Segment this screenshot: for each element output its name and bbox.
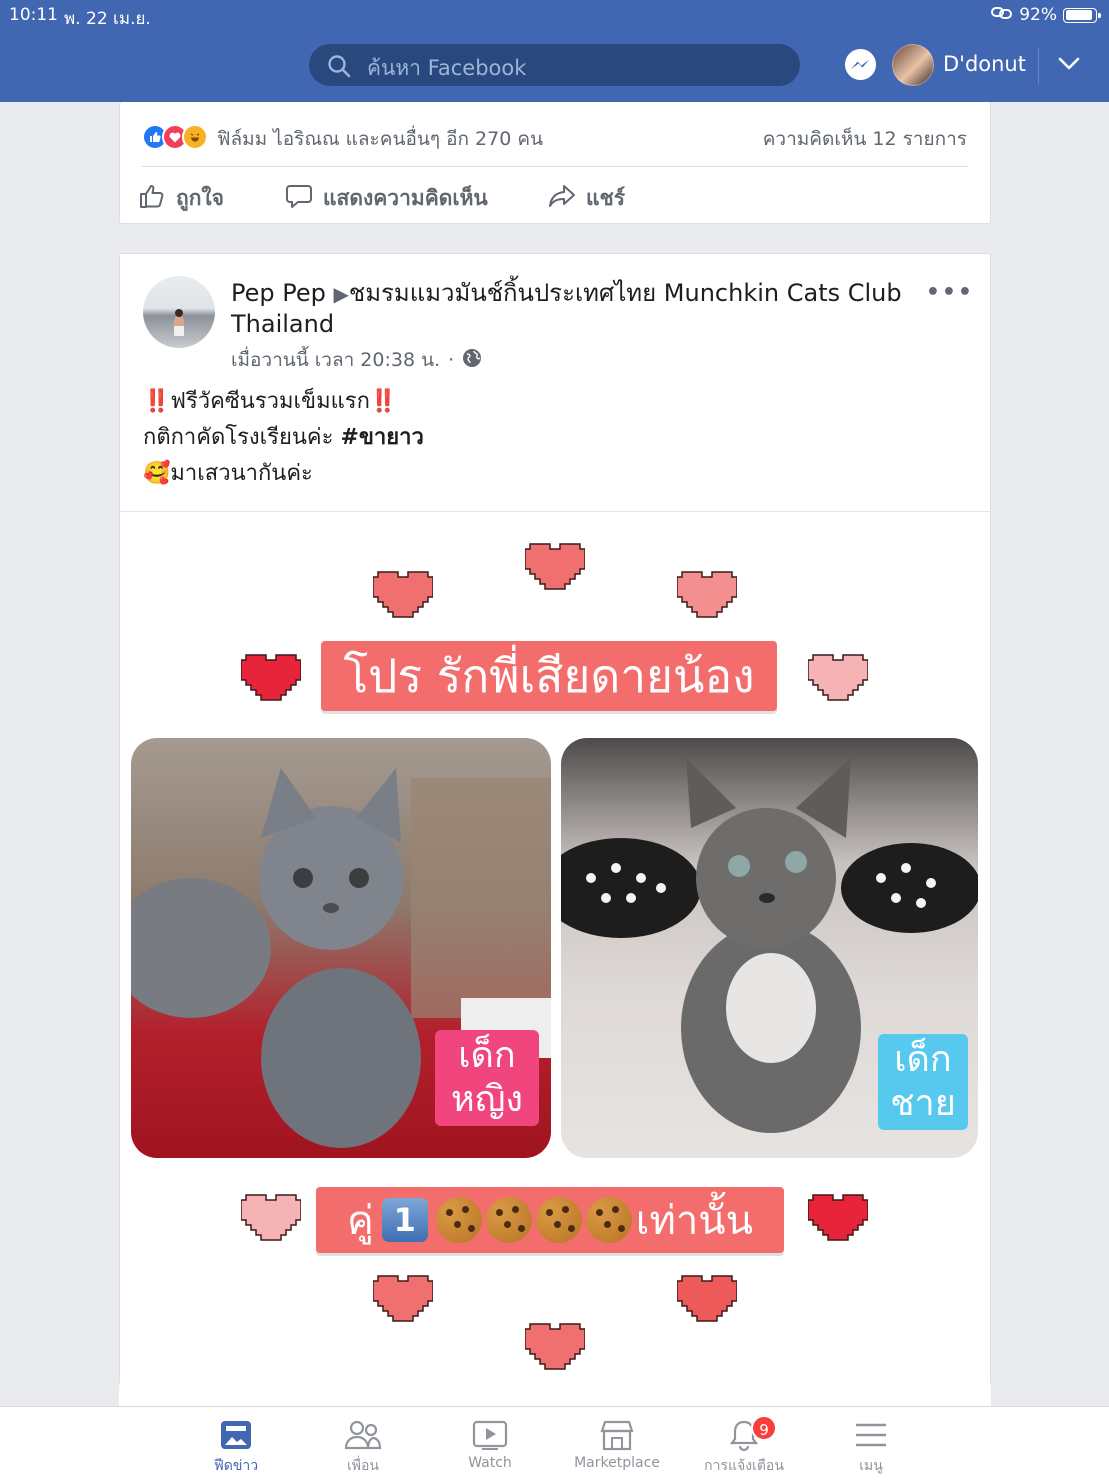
- menu-icon: [816, 1415, 926, 1455]
- tab-label: Watch: [468, 1455, 512, 1471]
- battery-fill: [1065, 10, 1092, 20]
- notification-badge: 9: [751, 1415, 777, 1441]
- group-name[interactable]: ชมรมแมวมันช์กิ้นประเทศไทย Munchkin Cats …: [231, 279, 902, 338]
- number-one-icon: 1: [381, 1198, 428, 1242]
- share-label: แชร์: [586, 186, 626, 210]
- marketplace-icon: [562, 1415, 672, 1455]
- user-name[interactable]: D'donut: [943, 52, 1026, 76]
- reactions-summary[interactable]: ฟิล์มม ไอริณณ และคนอื่นๆ อีก 270 คน: [217, 124, 543, 154]
- exclamation-icon: ‼️: [143, 389, 171, 414]
- haha-reaction-icon: [182, 124, 208, 150]
- post-line-2-text: กติกาคัดโรงเรียนค่ะ: [143, 425, 341, 450]
- tab-label: การแจ้งเตือน: [704, 1458, 784, 1474]
- tab-watch[interactable]: Watch: [435, 1415, 545, 1471]
- status-right: 92%: [991, 5, 1101, 25]
- heart-icon: [241, 1194, 301, 1241]
- smiling-hearts-icon: 🥰: [143, 461, 171, 486]
- tag-female: เด็ก หญิง: [435, 1030, 539, 1126]
- share-button[interactable]: แชร์: [548, 182, 625, 215]
- tab-label: เมนู: [859, 1458, 883, 1474]
- top-navbar: ค้นหา Facebook D'donut: [0, 30, 1109, 102]
- promo-banner-top: โปร รักพี่เสียดายน้อง: [321, 641, 777, 711]
- post-time[interactable]: เมื่อวานนี้ เวลา 20:38 น.: [231, 345, 440, 375]
- cookie-icon: [535, 1197, 582, 1243]
- meta-dot: ·: [448, 349, 455, 371]
- heart-icon: [808, 1194, 868, 1241]
- status-time: 10:11: [9, 5, 58, 25]
- heart-icon: [677, 571, 737, 618]
- cookie-icon: [435, 1197, 482, 1243]
- share-icon: [548, 182, 576, 215]
- post-line-3-text: มาเสวนากันค่ะ: [170, 461, 313, 486]
- bell-icon: [689, 1415, 799, 1455]
- news-feed-icon: [181, 1415, 291, 1455]
- comments-count[interactable]: ความคิดเห็น 12 รายการ: [763, 124, 967, 154]
- post-line-1: ‼️ฟรีวัคซีนรวมเข็มแรก‼️: [143, 384, 424, 420]
- divider: [142, 166, 968, 167]
- messenger-icon[interactable]: [843, 48, 878, 83]
- chevron-down-icon[interactable]: [1058, 56, 1080, 75]
- post-line-3: 🥰มาเสวนากันค่ะ: [143, 456, 424, 492]
- link-icon: [991, 5, 1013, 25]
- tab-marketplace[interactable]: Marketplace: [562, 1415, 672, 1471]
- cookie-icon: [585, 1197, 632, 1243]
- like-button[interactable]: ถูกใจ: [138, 182, 224, 215]
- heart-icon: [373, 571, 433, 618]
- exclamation-icon: ‼️: [369, 389, 398, 414]
- comment-label: แสดงความคิดเห็น: [323, 186, 488, 210]
- tab-menu[interactable]: เมนู: [816, 1415, 926, 1477]
- reaction-icons[interactable]: [142, 124, 208, 150]
- tab-label: ฟีดข่าว: [213, 1458, 259, 1474]
- tab-friends[interactable]: เพื่อน: [308, 1415, 418, 1477]
- thumbs-up-icon: [138, 182, 166, 215]
- tab-label: Marketplace: [574, 1455, 660, 1471]
- previous-post-footer: ฟิล์มม ไอริณณ และคนอื่นๆ อีก 270 คน ความ…: [119, 102, 991, 224]
- search-placeholder: ค้นหา Facebook: [367, 56, 527, 80]
- post-text: ‼️ฟรีวัคซีนรวมเข็มแรก‼️ กติกาคัดโรงเรียน…: [143, 384, 424, 492]
- cookie-icon: [485, 1197, 532, 1243]
- globe-icon: [462, 348, 482, 373]
- tab-label: เพื่อน: [347, 1458, 379, 1474]
- tag-male: เด็ก ชาย: [878, 1034, 968, 1130]
- search-icon: [327, 54, 351, 82]
- post-line-2: กติกาคัดโรงเรียนค่ะ #ขายาว: [143, 420, 424, 456]
- author-name[interactable]: Pep Pep: [231, 279, 326, 307]
- banner-bottom-suffix: เท่านั้น: [635, 1198, 753, 1244]
- hashtag-link[interactable]: #ขายาว: [340, 425, 423, 450]
- search-bar[interactable]: ค้นหา Facebook: [309, 44, 800, 86]
- status-date: พ. 22 เม.ย.: [64, 9, 151, 29]
- author-avatar[interactable]: [143, 276, 215, 348]
- comment-button[interactable]: แสดงความคิดเห็น: [285, 182, 488, 215]
- heart-icon: [808, 654, 868, 701]
- nav-divider: [1038, 48, 1039, 84]
- more-options-icon[interactable]: •••: [926, 280, 974, 305]
- play-arrow-icon: ▶: [333, 282, 349, 306]
- post-title: Pep Pep ▶ชมรมแมวมันช์กิ้นประเทศไทย Munch…: [231, 278, 911, 339]
- watch-icon: [435, 1415, 545, 1455]
- heart-icon: [241, 654, 301, 701]
- comment-icon: [285, 182, 313, 215]
- bottom-tab-bar: ฟีดข่าว เพื่อน Watch Marketplace 9 การแจ…: [0, 1406, 1109, 1480]
- like-label: ถูกใจ: [176, 186, 224, 210]
- kitten-photo-female: เด็ก หญิง: [131, 738, 551, 1158]
- status-bar: 10:11 พ. 22 เม.ย. 92%: [0, 0, 1109, 30]
- kitten-photo-male: เด็ก ชาย: [561, 738, 978, 1158]
- friends-icon: [308, 1415, 418, 1455]
- user-avatar[interactable]: [892, 44, 934, 86]
- post-image[interactable]: โปร รักพี่เสียดายน้อง เด็ก หญิง เด็ก ชาย…: [120, 511, 990, 1385]
- banner-bottom-prefix: คู่: [347, 1198, 374, 1244]
- tab-news-feed[interactable]: ฟีดข่าว: [181, 1415, 291, 1477]
- battery-percent: 92%: [1019, 5, 1057, 25]
- heart-icon: [525, 1323, 585, 1370]
- post-meta: เมื่อวานนี้ เวลา 20:38 น. ·: [231, 345, 482, 375]
- promo-banner-bottom: คู่ 1 เท่านั้น: [316, 1187, 784, 1253]
- heart-icon: [525, 543, 585, 590]
- battery-icon: [1063, 7, 1101, 23]
- tab-notifications[interactable]: 9 การแจ้งเตือน: [689, 1415, 799, 1477]
- heart-icon: [373, 1275, 433, 1322]
- heart-icon: [677, 1275, 737, 1322]
- post-card: Pep Pep ▶ชมรมแมวมันช์กิ้นประเทศไทย Munch…: [119, 253, 991, 1385]
- post-line-1-text: ฟรีวัคซีนรวมเข็มแรก: [170, 389, 370, 414]
